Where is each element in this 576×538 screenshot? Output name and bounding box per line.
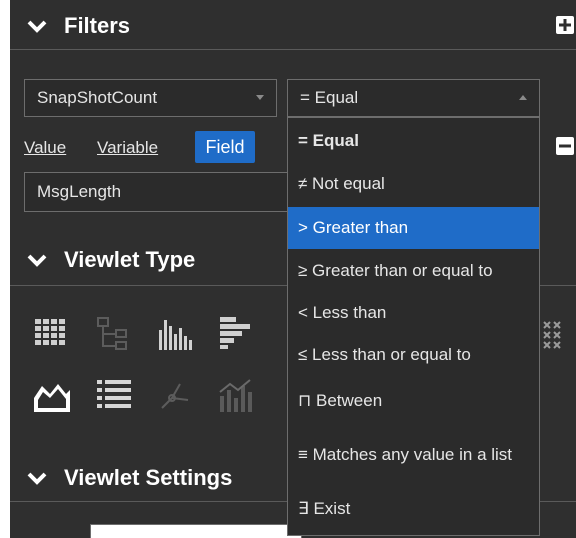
filters-header[interactable]: Filters [10,6,576,46]
area-chart-icon[interactable] [32,378,72,414]
divider [10,49,576,50]
filters-panel: Filters SnapShotCount = Equal Value Vari… [10,0,576,538]
field-select[interactable]: SnapShotCount [24,79,277,117]
option-less-or-equal[interactable]: ≤ Less than or equal to [288,334,539,376]
option-between[interactable]: ⊓ Between [288,380,539,422]
option-equal[interactable]: = Equal [288,121,539,161]
filters-title: Filters [64,13,131,38]
option-matches-any[interactable]: ≡ Matches any value in a list [288,424,539,486]
add-filter-button[interactable] [556,16,574,34]
option-greater-than[interactable]: > Greater than [288,207,539,249]
operator-dropdown[interactable]: = Equal ≠ Not equal > Greater than ≥ Gre… [287,117,540,536]
field-value-input[interactable]: MsgLength [24,172,314,212]
operator-select-value: = Equal [300,88,359,107]
chevron-up-icon [519,95,527,100]
option-not-equal[interactable]: ≠ Not equal [288,164,539,204]
field-value-text: MsgLength [37,182,122,201]
plus-icon [559,19,571,31]
grid-table-icon[interactable] [34,318,68,352]
scatter-icon[interactable] [158,380,194,414]
option-exist[interactable]: ∃ Exist [288,488,539,530]
field-select-value: SnapShotCount [37,88,158,107]
value-link[interactable]: Value [24,138,66,158]
list-icon[interactable] [96,378,132,414]
chevron-down-icon[interactable] [26,467,48,489]
option-greater-or-equal[interactable]: ≥ Greater than or equal to [288,250,539,292]
option-less-than[interactable]: < Less than [288,293,539,333]
viewlet-settings-title: Viewlet Settings [64,465,233,490]
horizontal-bar-icon[interactable] [219,316,255,350]
combo-chart-icon[interactable] [218,378,254,414]
tree-icon[interactable] [96,316,132,352]
minus-icon [559,144,571,148]
field-button[interactable]: Field [195,131,255,163]
operator-select[interactable]: = Equal [287,79,540,117]
chevron-down-icon[interactable] [26,249,48,271]
settings-input[interactable] [90,524,302,538]
bar-chart-icon[interactable] [158,314,196,352]
viewlet-type-title: Viewlet Type [64,247,196,272]
chevron-down-icon [256,95,264,100]
variable-link[interactable]: Variable [97,138,158,158]
remove-filter-button[interactable] [556,137,574,155]
matrix-icon[interactable] [542,318,566,352]
chevron-down-icon[interactable] [26,15,48,37]
